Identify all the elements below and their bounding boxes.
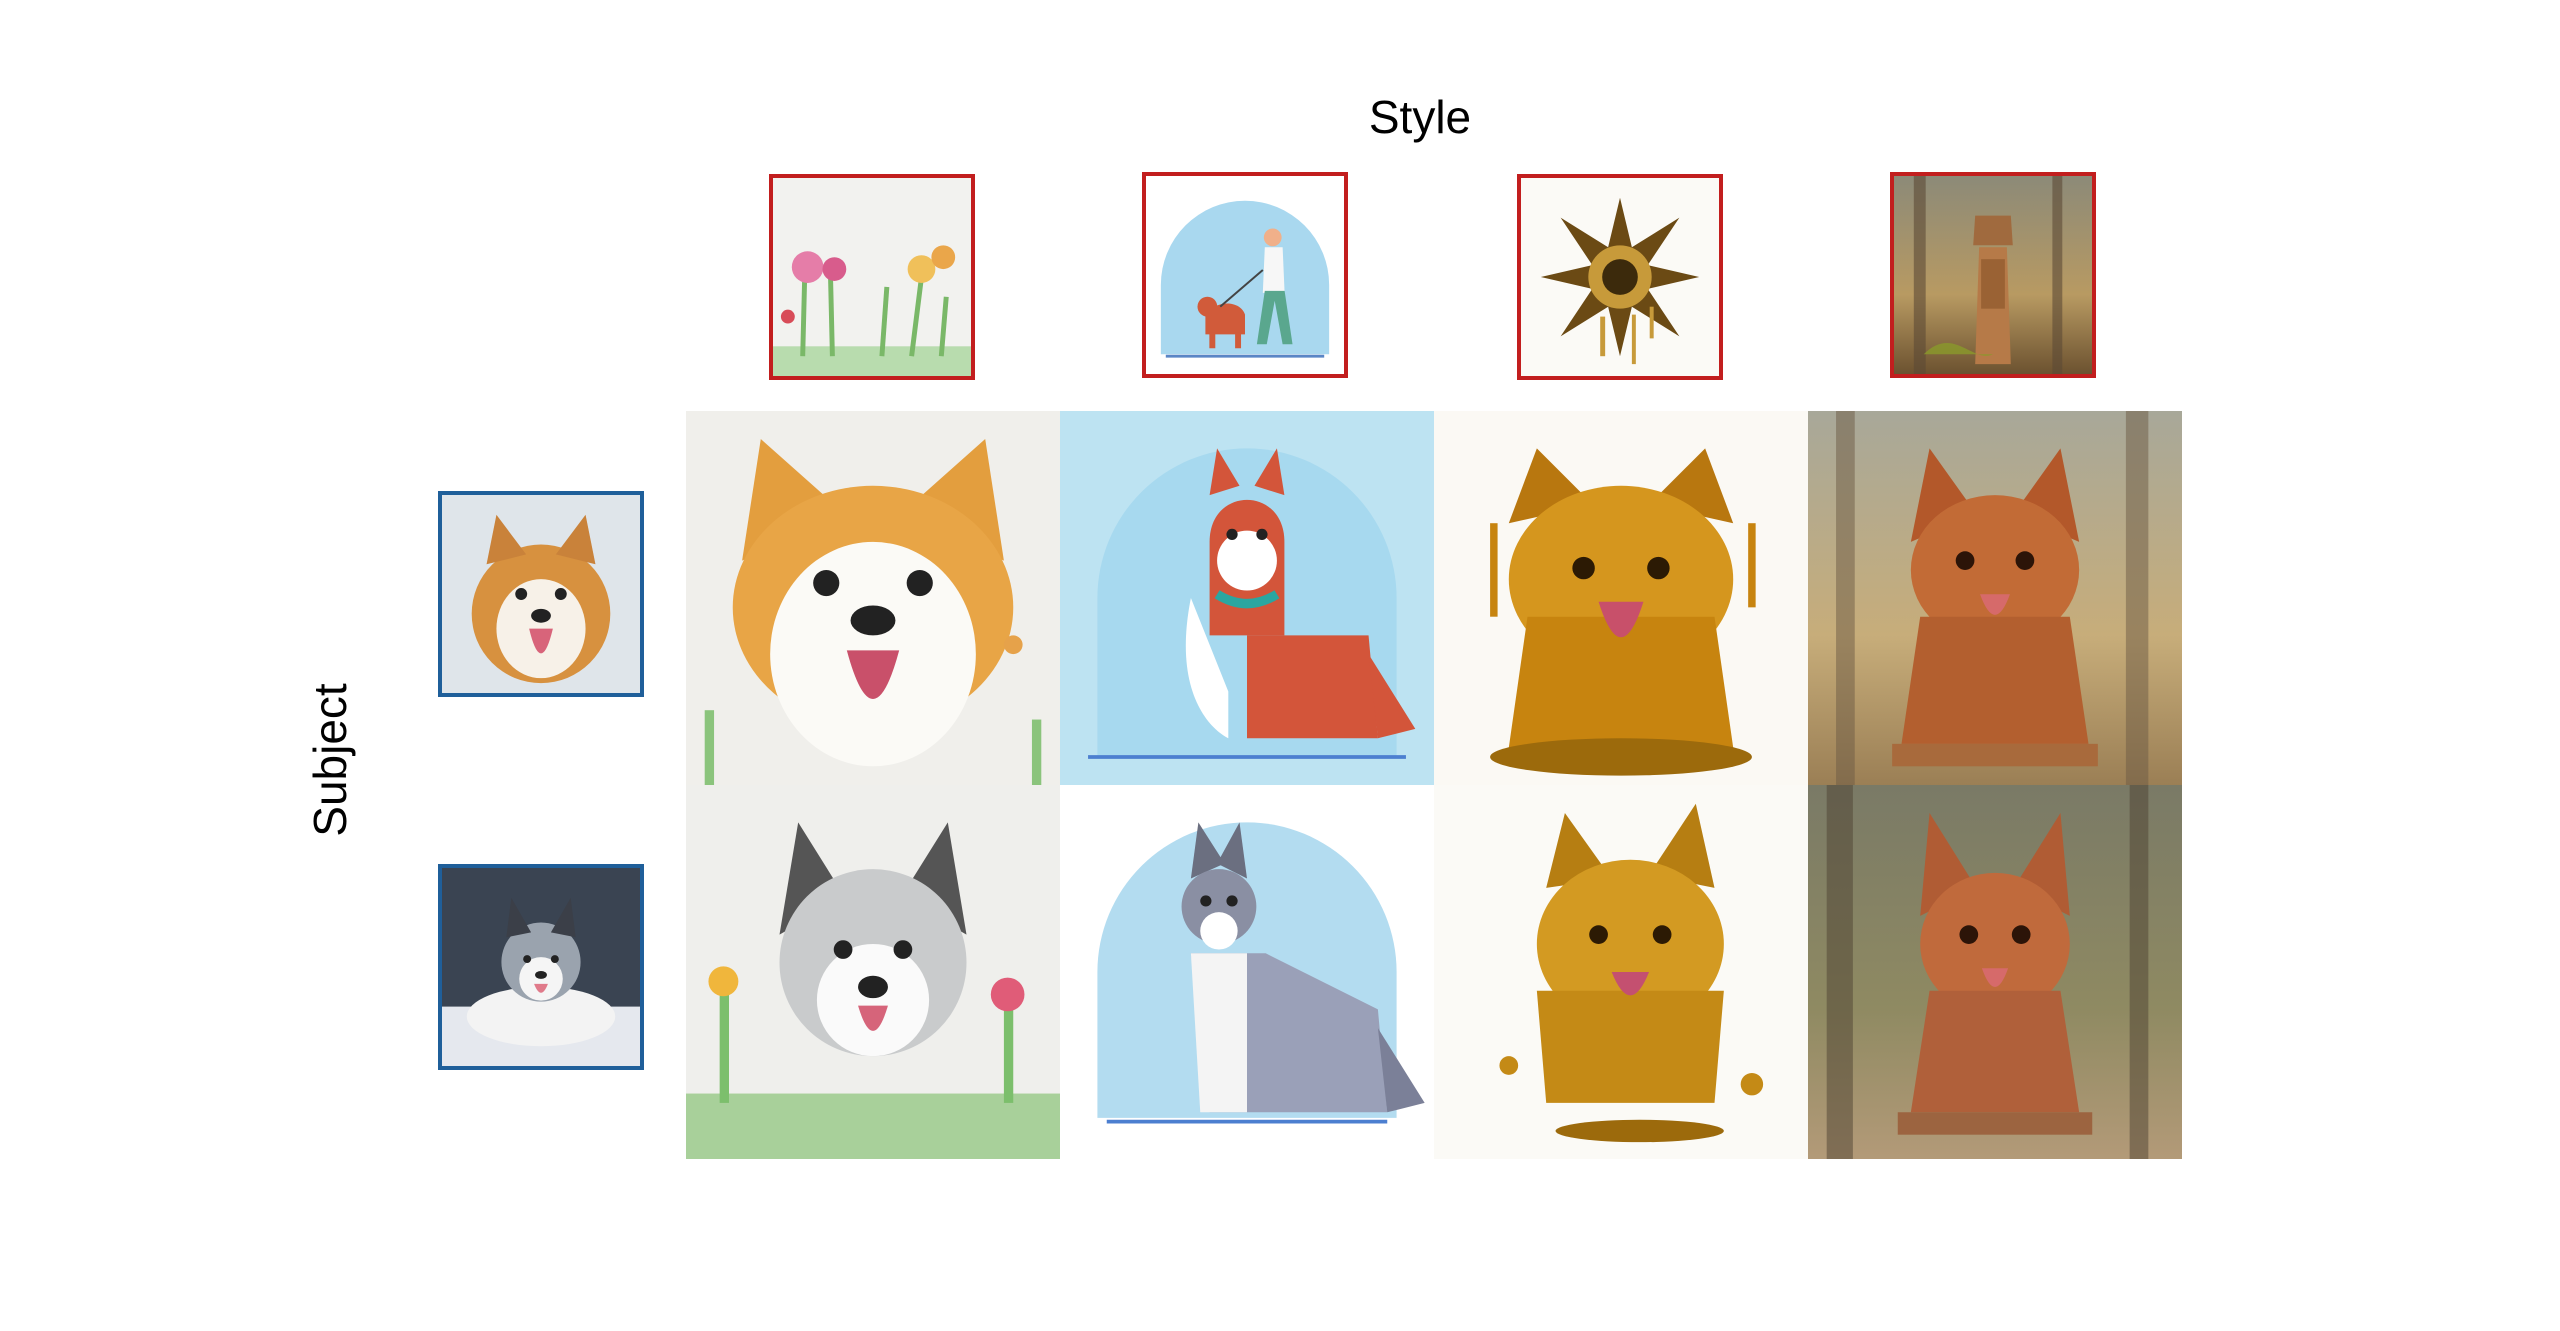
watercolor-corgi-icon	[686, 411, 1060, 785]
wooden-statue-icon	[1894, 176, 2092, 374]
style-ref-flat-illustration	[1142, 172, 1348, 378]
wooden-collie-icon	[1808, 785, 2182, 1159]
gold-corgi-icon	[1434, 411, 1808, 785]
style-ref-watercolor	[769, 174, 975, 380]
flat-corgi-icon	[1060, 411, 1434, 785]
result-corgi-melting-gold	[1434, 411, 1808, 785]
gold-flower-icon	[1521, 178, 1719, 376]
result-collie-wood-carving	[1808, 785, 2182, 1159]
subject-ref-merle-collie	[438, 864, 644, 1070]
result-corgi-watercolor	[686, 411, 1060, 785]
result-corgi-wood-carving	[1808, 411, 2182, 785]
subject-ref-corgi	[438, 491, 644, 697]
wooden-corgi-icon	[1808, 411, 2182, 785]
watercolor-collie-icon	[686, 785, 1060, 1159]
style-axis-label: Style	[1368, 91, 1472, 143]
subject-axis-label: Subject	[304, 683, 356, 837]
style-ref-melting-gold	[1517, 174, 1723, 380]
woman-walking-dog-icon	[1146, 176, 1344, 374]
style-ref-wood-carving	[1890, 172, 2096, 378]
gold-collie-icon	[1434, 785, 1808, 1159]
result-corgi-flat-illustration	[1060, 411, 1434, 785]
flat-collie-icon	[1060, 785, 1434, 1159]
corgi-photo-icon	[442, 495, 640, 693]
result-collie-melting-gold	[1434, 785, 1808, 1159]
watercolor-flowers-icon	[773, 178, 971, 376]
collie-photo-icon	[442, 868, 640, 1066]
result-collie-watercolor	[686, 785, 1060, 1159]
result-collie-flat-illustration	[1060, 785, 1434, 1159]
